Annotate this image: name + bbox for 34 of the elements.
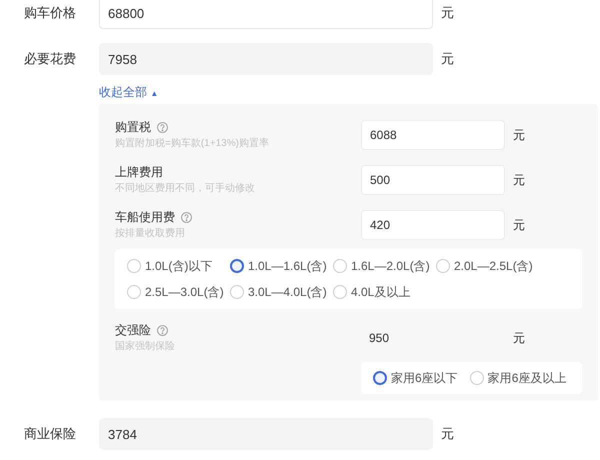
- amount-field[interactable]: 6088: [361, 120, 505, 150]
- unit-label: 元: [513, 172, 525, 188]
- radio-option[interactable]: 1.0L—1.6L(含): [230, 257, 333, 275]
- unit-label: 元: [441, 50, 454, 68]
- unit-label: 元: [441, 425, 454, 444]
- amount-field[interactable]: 420: [361, 210, 505, 240]
- radio-option[interactable]: 家用6座及以上: [470, 369, 566, 387]
- field-label: 购车价格: [23, 4, 77, 22]
- field-label: 必要花费: [23, 50, 77, 68]
- detail-label: 购置税: [115, 119, 151, 136]
- detail-label: 交强险: [115, 322, 151, 339]
- radio-option[interactable]: 4.0L及以上: [333, 283, 436, 301]
- unit-label: 元: [513, 216, 525, 234]
- unit-label: 元: [513, 330, 525, 346]
- help-icon[interactable]: [157, 324, 168, 336]
- unit-label: 元: [513, 126, 525, 144]
- radio-option[interactable]: 家用6座以下: [373, 369, 458, 387]
- unit-label: 元: [441, 4, 454, 22]
- amount-field[interactable]: 500: [361, 164, 505, 194]
- amount-value: 950: [368, 330, 390, 346]
- radio-option[interactable]: 1.6L—2.0L(含): [333, 257, 436, 275]
- radio-option[interactable]: 1.0L(含)以下: [127, 257, 230, 275]
- help-icon[interactable]: [181, 212, 192, 222]
- detail-label: 上牌费用: [115, 164, 163, 181]
- collapse-link[interactable]: 收起全部 ▲: [99, 83, 158, 101]
- radio-option[interactable]: 3.0L—4.0L(含): [230, 283, 333, 301]
- radio-option[interactable]: 2.5L—3.0L(含): [127, 283, 230, 301]
- help-icon[interactable]: [157, 122, 168, 132]
- field-label: 商业保险: [23, 425, 77, 444]
- amount-field[interactable]: 7958: [99, 43, 433, 75]
- radio-option[interactable]: 2.0L—2.5L(含): [436, 257, 570, 275]
- amount-field[interactable]: 3784: [99, 418, 433, 450]
- detail-label: 车船使用费: [115, 209, 175, 226]
- amount-field[interactable]: 68800: [99, 0, 433, 29]
